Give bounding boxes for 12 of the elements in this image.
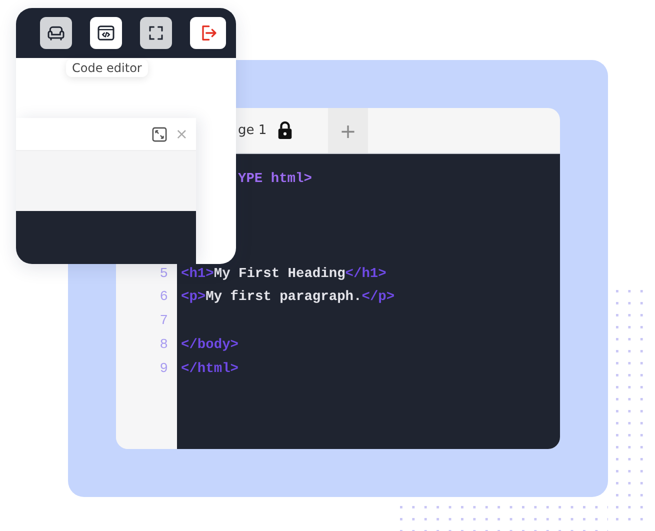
code-line: </html> (181, 362, 238, 377)
code-line: </body> (181, 338, 238, 353)
line-number: 6 (160, 290, 168, 306)
code-line: YPE html> (238, 172, 312, 187)
line-number: 7 (160, 314, 168, 330)
code-line: <p>My first paragraph.</p> (181, 290, 395, 306)
tooltip: Code editor (66, 59, 148, 77)
line-number: 8 (160, 338, 168, 353)
line-number: 5 (160, 266, 168, 282)
line-number: 9 (160, 362, 168, 377)
tab-label: ge 1 (238, 123, 267, 138)
code-line: <h1>My First Heading</h1> (181, 266, 386, 282)
